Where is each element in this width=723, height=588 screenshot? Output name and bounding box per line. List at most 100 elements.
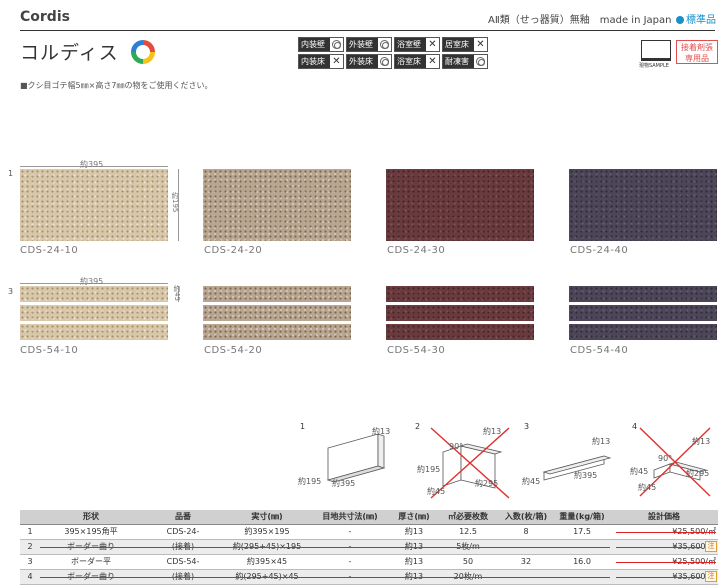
table-cell: 16.0 <box>554 554 610 570</box>
thickness-label: 約13 <box>692 437 711 446</box>
table-cell: - <box>310 554 390 570</box>
adhesive-line-1: 接着剤張 <box>681 43 713 52</box>
usage-grid: 内装壁 外装壁 浴室壁 ✕ 居室床 ✕ 内装床 ✕ 外装床 浴室床 ✕ 耐凍害 <box>298 37 488 69</box>
height-label: 約45 <box>630 467 649 476</box>
return-label: 約45 <box>427 487 446 496</box>
table-cell: 約395×45 <box>224 554 310 570</box>
diagram-number: 3 <box>524 422 530 431</box>
border-strip <box>569 286 717 302</box>
table-cell: 約395×195 <box>224 524 310 540</box>
border-strip <box>386 324 534 340</box>
column-header: 目地共寸法(㎜) <box>310 510 390 525</box>
row-number: 3 <box>8 287 14 296</box>
table-cell: 50 <box>438 554 498 570</box>
table-row: 3ボーダー平CDS-54-約395×45-約13503216.0¥25,500/… <box>20 554 718 570</box>
shape-diagram-1: 1 約13 約195 約395 <box>298 420 408 506</box>
border-strip <box>20 324 168 340</box>
border-strip <box>203 286 351 302</box>
usage-label: 内装壁 <box>299 38 330 51</box>
table-cell: 395×195角平 <box>40 524 142 540</box>
price-strike <box>616 547 702 548</box>
border-strip <box>569 324 717 340</box>
width-label: 約395 <box>574 471 598 480</box>
dot-icon <box>676 16 684 24</box>
cross-icon: ✕ <box>332 55 341 67</box>
product-code: CDS-54-40 <box>570 345 629 356</box>
border-strip <box>203 324 351 340</box>
flat-tile-drawing <box>326 433 386 483</box>
double-circle-icon <box>330 38 343 51</box>
height-label: 約45 <box>522 477 541 486</box>
border-strip <box>20 286 168 302</box>
product-code: CDS-54-30 <box>387 345 446 356</box>
product-code: CDS-24-40 <box>570 245 629 256</box>
table-cell: 2 <box>20 539 40 555</box>
usage-cell: 居室床 ✕ <box>442 37 488 52</box>
usage-cell: 浴室壁 ✕ <box>394 37 440 52</box>
usage-label: 外装壁 <box>347 38 378 51</box>
table-cell: 4 <box>20 569 40 585</box>
width-label: 約395 <box>332 479 356 488</box>
border-strip <box>569 305 717 321</box>
price-strike <box>616 577 702 578</box>
standard-badge: 標準品 <box>676 11 716 26</box>
thickness-label: 約13 <box>592 437 611 446</box>
tile-swatch <box>20 169 168 241</box>
product-code: CDS-24-10 <box>20 245 79 256</box>
tile-swatch <box>386 169 534 241</box>
column-header: 形状 <box>40 510 142 525</box>
header-divider <box>20 30 715 31</box>
usage-label: 浴室壁 <box>395 38 426 51</box>
double-circle-icon <box>474 55 487 68</box>
border-strip <box>203 305 351 321</box>
usage-cell: 外装床 <box>346 54 392 69</box>
table-header-row: 形状 品番 実寸(㎜) 目地共寸法(㎜) 厚さ(㎜) ㎡必要枚数 入数(枚/箱)… <box>20 510 718 525</box>
border-strip <box>386 286 534 302</box>
page-title: コルディス <box>20 42 119 64</box>
sample-label: 現物SAMPLE <box>639 63 669 69</box>
column-header: 設計価格 <box>610 510 718 525</box>
cross-icon: ✕ <box>428 55 437 67</box>
cross-icon: ✕ <box>476 38 485 50</box>
column-header: 実寸(㎜) <box>224 510 310 525</box>
column-header: 厚さ(㎜) <box>390 510 438 525</box>
usage-cell: 耐凍害 <box>442 54 488 69</box>
usage-cell: 外装壁 <box>346 37 392 52</box>
usage-cell: 浴室床 ✕ <box>394 54 440 69</box>
note-badge: 注 <box>705 571 717 582</box>
table-cell: 3 <box>20 554 40 570</box>
product-code: CDS-54-10 <box>20 345 79 356</box>
standard-label: 標準品 <box>686 15 716 26</box>
width-label: 約295 <box>686 469 710 478</box>
double-circle-icon <box>378 38 391 51</box>
diagram-number: 4 <box>632 422 638 431</box>
table-cell: 約13 <box>390 524 438 540</box>
angle-label: 90° <box>658 454 673 463</box>
table-cell: CDS-54- <box>142 554 224 570</box>
column-header: 品番 <box>142 510 224 525</box>
height-dimension-label: 約45 <box>173 285 181 301</box>
tile-swatch <box>569 169 717 241</box>
row-number: 1 <box>8 169 14 178</box>
usage-cell: 内装床 ✕ <box>298 54 344 69</box>
border-strip <box>386 305 534 321</box>
usage-label: 外装床 <box>347 55 378 68</box>
diagram-number: 2 <box>415 422 421 431</box>
price-strike <box>616 562 716 563</box>
border-strip <box>20 305 168 321</box>
table-cell: 8 <box>498 524 554 540</box>
brand-name: Cordis <box>20 9 70 25</box>
column-header: ㎡必要枚数 <box>438 510 498 525</box>
tile-swatch <box>203 169 351 241</box>
usage-label: 内装床 <box>299 55 330 68</box>
installation-note: ■クシ目ゴテ幅5㎜×高さ7㎜の物をご使用ください。 <box>20 81 213 90</box>
shape-diagram-2: 2 約13 90° 約195 約295 約45 <box>413 420 523 506</box>
table-cell: 17.5 <box>554 524 610 540</box>
table-cell: 1 <box>20 524 40 540</box>
column-header: 重量(kg/箱) <box>554 510 610 525</box>
return-label: 約45 <box>638 483 657 492</box>
border-tile-drawing <box>542 455 612 481</box>
table-cell: 12.5 <box>438 524 498 540</box>
thickness-label: 約13 <box>372 427 391 436</box>
cross-icon: ✕ <box>428 38 437 50</box>
